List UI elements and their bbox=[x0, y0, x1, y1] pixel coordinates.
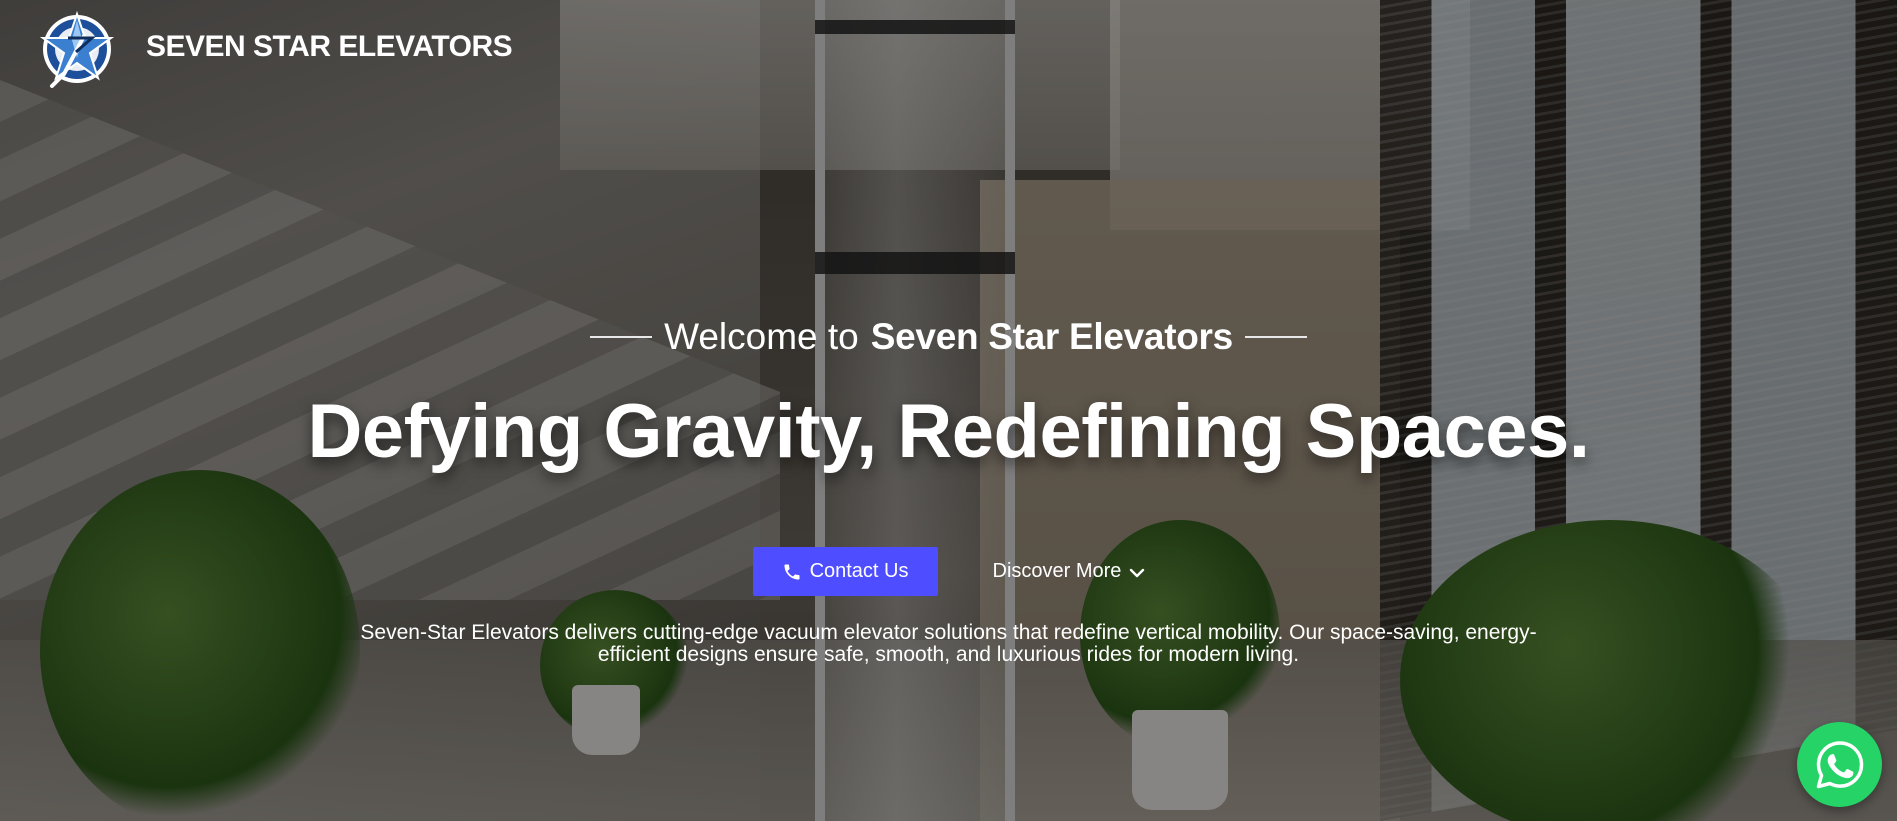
hero-actions: Contact Us Discover More bbox=[0, 547, 1897, 596]
divider-line-left bbox=[590, 336, 653, 338]
welcome-row: Welcome to Seven Star Elevators bbox=[0, 316, 1897, 358]
hero-description: Seven-Star Elevators delivers cutting-ed… bbox=[360, 621, 1537, 666]
contact-us-label: Contact Us bbox=[809, 560, 909, 582]
divider-line-right bbox=[1244, 336, 1307, 338]
phone-icon bbox=[782, 562, 802, 582]
hero-section: Welcome to Seven Star Elevators Defying … bbox=[0, 0, 1897, 821]
welcome-prefix: Welcome to bbox=[664, 316, 859, 357]
welcome-brand: Seven Star Elevators bbox=[870, 316, 1233, 357]
hero-headline: Defying Gravity, Redefining Spaces. bbox=[307, 389, 1590, 474]
discover-more-link[interactable]: Discover More bbox=[993, 560, 1146, 583]
chevron-down-icon bbox=[1129, 564, 1145, 580]
discover-more-label: Discover More bbox=[992, 560, 1122, 582]
contact-us-button[interactable]: Contact Us bbox=[752, 547, 938, 596]
whatsapp-button[interactable] bbox=[1797, 722, 1882, 807]
whatsapp-icon bbox=[1814, 739, 1866, 791]
